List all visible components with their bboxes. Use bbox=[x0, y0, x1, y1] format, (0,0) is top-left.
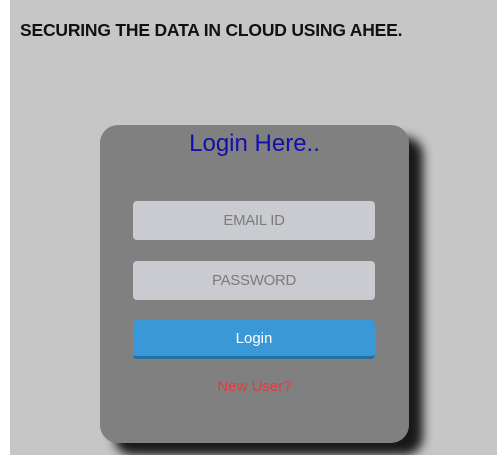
new-user-link[interactable]: New User? bbox=[100, 378, 409, 395]
login-button[interactable]: Login bbox=[133, 320, 375, 359]
password-field[interactable] bbox=[133, 261, 375, 300]
page-title: SECURING THE DATA IN CLOUD USING AHEE. bbox=[20, 20, 403, 40]
login-heading: Login Here.. bbox=[189, 130, 320, 157]
email-field[interactable] bbox=[133, 201, 375, 240]
login-card: Login Here.. Login New User? bbox=[100, 125, 409, 443]
